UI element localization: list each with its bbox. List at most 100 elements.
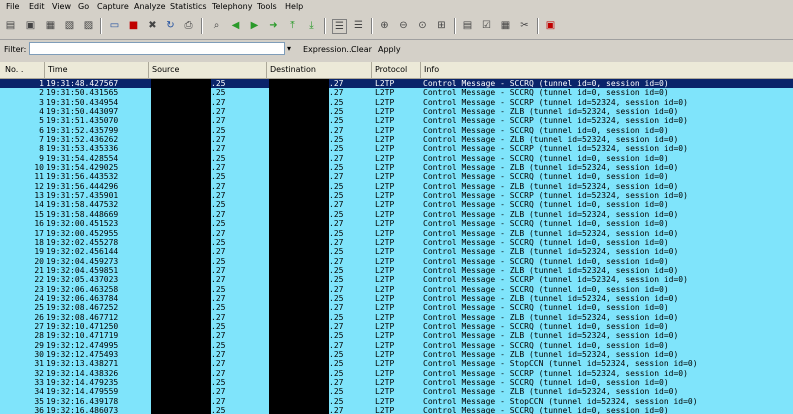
table-row[interactable]: 35 19:32:16.439178 .27 .25 L2TP Control Messa… bbox=[0, 396, 793, 407]
print-icon[interactable]: ⎙ bbox=[182, 19, 195, 32]
table-row[interactable]: 30 19:32:12.475493 .27 .25 L2TP Control Messa… bbox=[0, 349, 793, 360]
table-row[interactable]: 5 19:31:51.435070 .27 .25 L2TP Control Messag… bbox=[0, 116, 793, 126]
table-row[interactable]: 24 19:32:06.463784 .27 .25 L2TP Control Messa… bbox=[0, 293, 793, 304]
cell-info: Control Message - SCCRP (tunnel id=52324… bbox=[423, 116, 688, 126]
zoom-in-icon[interactable]: ⊕ bbox=[378, 19, 391, 32]
clear-button[interactable]: Clear bbox=[351, 45, 372, 54]
table-row[interactable]: 17 19:32:00.452955 .27 .25 L2TP Control Messa… bbox=[0, 228, 793, 238]
zoom-out-icon[interactable]: ⊖ bbox=[397, 19, 410, 32]
options-icon[interactable]: ▣ bbox=[24, 19, 37, 32]
restart-capture-icon[interactable]: ▨ bbox=[82, 19, 95, 32]
table-row[interactable]: 36 19:32:16.486073 .25 .27 L2TP Control Messa… bbox=[0, 406, 793, 414]
table-row[interactable]: 11 19:31:56.443532 .25 .27 L2TP Control Messa… bbox=[0, 172, 793, 182]
stop-capture-icon[interactable]: ▧ bbox=[63, 19, 76, 32]
help-icon[interactable]: ▣ bbox=[544, 19, 557, 32]
table-row[interactable]: 32 19:32:14.438326 .27 .25 L2TP Control Messa… bbox=[0, 368, 793, 378]
table-row[interactable]: 22 19:32:05.437023 .27 .25 L2TP Control Messa… bbox=[0, 275, 793, 285]
menu-telephony[interactable]: Telephony bbox=[212, 2, 252, 11]
cell-src: .27 bbox=[211, 116, 226, 126]
cell-src: .25 bbox=[211, 172, 226, 182]
go-forward-icon[interactable]: ▶ bbox=[248, 19, 261, 32]
table-row[interactable]: 21 19:32:04.459851 .27 .25 L2TP Control Messa… bbox=[0, 265, 793, 276]
cell-proto: L2TP bbox=[375, 209, 395, 219]
find-packet-icon[interactable]: ⌕ bbox=[210, 19, 223, 32]
preferences-icon[interactable]: ✂ bbox=[518, 19, 531, 32]
menu-statistics[interactable]: Statistics bbox=[170, 2, 207, 11]
table-row[interactable]: 16 19:32:00.451523 .25 .27 L2TP Control Messa… bbox=[0, 219, 793, 229]
table-row[interactable]: 23 19:32:06.463258 .25 .27 L2TP Control Messa… bbox=[0, 284, 793, 294]
table-row[interactable]: 9 19:31:54.428554 .25 .27 L2TP Control Messag… bbox=[0, 153, 793, 164]
table-row[interactable]: 26 19:32:08.467712 .27 .25 L2TP Control Messa… bbox=[0, 312, 793, 322]
packet-list[interactable]: No. . Time Source Destination Protocol I… bbox=[0, 62, 793, 414]
go-back-icon[interactable]: ◀ bbox=[229, 19, 242, 32]
table-row[interactable]: 19 19:32:02.456144 .27 .25 L2TP Control Messa… bbox=[0, 247, 793, 257]
cell-time: 19:32:02.455278 bbox=[46, 237, 119, 247]
interfaces-icon[interactable]: ▤ bbox=[4, 19, 17, 32]
expression-button[interactable]: Expression... bbox=[303, 45, 354, 54]
cell-src: .25 bbox=[211, 237, 226, 247]
cell-time: 19:31:50.431565 bbox=[46, 88, 119, 98]
table-row[interactable]: 13 19:31:57.435901 .27 .25 L2TP Control Messa… bbox=[0, 191, 793, 201]
filter-input[interactable] bbox=[29, 42, 285, 55]
cell-dst: .27 bbox=[329, 303, 344, 313]
go-first-icon[interactable]: ⤒ bbox=[286, 19, 299, 32]
table-row[interactable]: 7 19:31:52.436262 .27 .25 L2TP Control Messag… bbox=[0, 135, 793, 145]
table-row[interactable]: 6 19:31:52.435799 .25 .27 L2TP Control Messag… bbox=[0, 125, 793, 136]
filter-dropdown-icon[interactable]: ▾ bbox=[287, 44, 291, 53]
go-last-icon[interactable]: ⤓ bbox=[305, 19, 318, 32]
go-to-packet-icon[interactable]: ➜ bbox=[267, 19, 280, 32]
cell-dst: .27 bbox=[329, 172, 344, 182]
table-row[interactable]: 18 19:32:02.455278 .25 .27 L2TP Control Messa… bbox=[0, 237, 793, 248]
cell-info: Control Message - SCCRQ (tunnel id=0, se… bbox=[423, 237, 669, 247]
table-row[interactable]: 33 19:32:14.479235 .25 .27 L2TP Control Messa… bbox=[0, 378, 793, 388]
start-capture-icon[interactable]: ▦ bbox=[44, 19, 57, 32]
table-row[interactable]: 15 19:31:58.448669 .27 .25 L2TP Control Messa… bbox=[0, 209, 793, 220]
table-row[interactable]: 4 19:31:50.443097 .27 .25 L2TP Control Messag… bbox=[0, 107, 793, 117]
cell-no: 14 bbox=[34, 200, 44, 210]
menu-go[interactable]: Go bbox=[78, 2, 89, 11]
menu-tools[interactable]: Tools bbox=[257, 2, 277, 11]
auto-scroll-icon[interactable]: ☰ bbox=[352, 19, 365, 32]
menu-edit[interactable]: Edit bbox=[29, 2, 45, 11]
table-row[interactable]: 28 19:32:10.471719 .27 .25 L2TP Control Messa… bbox=[0, 331, 793, 341]
display-filters-icon[interactable]: ☑ bbox=[480, 19, 493, 32]
cell-src: .27 bbox=[211, 247, 226, 257]
coloring-rules-icon[interactable]: ▦ bbox=[499, 19, 512, 32]
table-row[interactable]: 25 19:32:08.467252 .25 .27 L2TP Control Messa… bbox=[0, 303, 793, 313]
menu-file[interactable]: File bbox=[6, 2, 19, 11]
cell-proto: L2TP bbox=[375, 163, 395, 173]
colorize-icon[interactable]: ☰ bbox=[332, 19, 347, 34]
table-row[interactable]: 20 19:32:04.459273 .25 .27 L2TP Control Messa… bbox=[0, 256, 793, 266]
table-row[interactable]: 31 19:32:13.438271 .27 .25 L2TP Control Messa… bbox=[0, 359, 793, 369]
table-row[interactable]: 29 19:32:12.474995 .25 .27 L2TP Control Messa… bbox=[0, 340, 793, 350]
table-row[interactable]: 27 19:32:10.471250 .25 .27 L2TP Control Messa… bbox=[0, 321, 793, 332]
cell-src: .25 bbox=[211, 88, 226, 98]
menu-view[interactable]: View bbox=[52, 2, 71, 11]
cell-info: Control Message - SCCRQ (tunnel id=0, se… bbox=[423, 303, 669, 313]
table-row[interactable]: 12 19:31:56.444296 .27 .25 L2TP Control Messa… bbox=[0, 181, 793, 192]
zoom-normal-icon[interactable]: ⊙ bbox=[416, 19, 429, 32]
cell-time: 19:31:53.435336 bbox=[46, 144, 119, 154]
capture-filters-icon[interactable]: ▤ bbox=[461, 19, 474, 32]
apply-button[interactable]: Apply bbox=[378, 45, 401, 54]
table-row[interactable]: 34 19:32:14.479559 .27 .25 L2TP Control Messa… bbox=[0, 387, 793, 397]
menu-help[interactable]: Help bbox=[285, 2, 303, 11]
cell-src: .25 bbox=[211, 256, 226, 266]
reload-icon[interactable]: ↻ bbox=[164, 19, 177, 32]
open-file-icon[interactable]: ▭ bbox=[108, 19, 121, 32]
cell-dst: .25 bbox=[329, 387, 344, 397]
table-row[interactable]: 3 19:31:50.434954 .27 .25 L2TP Control Messag… bbox=[0, 97, 793, 108]
table-row[interactable]: 14 19:31:58.447532 .25 .27 L2TP Control Messa… bbox=[0, 200, 793, 210]
table-row[interactable]: 10 19:31:54.429025 .27 .25 L2TP Control Messa… bbox=[0, 163, 793, 173]
cell-no: 25 bbox=[34, 303, 44, 313]
menu-analyze[interactable]: Analyze bbox=[134, 2, 166, 11]
menu-capture[interactable]: Capture bbox=[97, 2, 129, 11]
save-file-icon[interactable]: ■ bbox=[127, 19, 140, 32]
resize-columns-icon[interactable]: ⊞ bbox=[435, 19, 448, 32]
table-row[interactable]: 2 19:31:50.431565 .25 .27 L2TP Control Messag… bbox=[0, 88, 793, 98]
cell-proto: L2TP bbox=[375, 321, 395, 331]
table-row[interactable]: 1 19:31:48.427567 .25 .27 L2TP Control Messag… bbox=[0, 79, 793, 89]
cell-dst: .27 bbox=[329, 321, 344, 331]
table-row[interactable]: 8 19:31:53.435336 .27 .25 L2TP Control Messag… bbox=[0, 144, 793, 154]
close-file-icon[interactable]: ✖ bbox=[146, 19, 159, 32]
